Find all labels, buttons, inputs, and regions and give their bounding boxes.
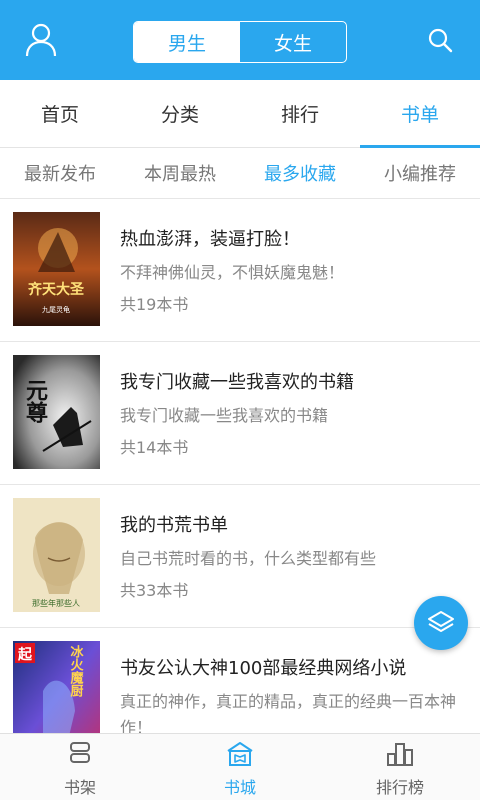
- bottom-tab-label: 排行榜: [375, 778, 424, 797]
- booklist-item[interactable]: 元尊 我专门收藏一些我喜欢的书籍 我专门收藏一些我喜欢的书籍 共14本书: [0, 341, 480, 484]
- bottom-nav: 书架 书城 排行榜: [0, 733, 480, 800]
- cover-title: 元尊: [22, 379, 48, 423]
- search-icon: [428, 28, 453, 53]
- tab-home[interactable]: 首页: [0, 80, 120, 147]
- booklist-title: 书友公认大神100部最经典网络小说: [120, 658, 407, 679]
- booklist-title: 热血澎湃，装逼打脸！: [120, 229, 300, 250]
- tab-category[interactable]: 分类: [120, 80, 240, 147]
- booklist-item[interactable]: 起 冰火魔厨 书友公认大神100部最经典网络小说 真正的神作，真正的精品，真正的…: [0, 627, 480, 733]
- book-cover: 元尊: [13, 355, 100, 469]
- bottom-tab-label: 书城: [223, 778, 256, 797]
- tab-booklist[interactable]: 书单: [360, 80, 480, 148]
- user-button[interactable]: [24, 22, 58, 58]
- book-cover: 齐天大圣 九尾灵龟: [13, 212, 100, 326]
- booklist-desc: 不拜神佛仙灵，不惧妖魔鬼魅！: [120, 263, 345, 282]
- subtab-weekly-hot[interactable]: 本周最热: [120, 148, 240, 198]
- bottom-tab-label: 书架: [63, 778, 96, 797]
- subtab-most-collected[interactable]: 最多收藏: [240, 148, 360, 198]
- tab-male[interactable]: 男生: [134, 22, 240, 62]
- bottom-tab-bookstore[interactable]: 书城: [160, 734, 320, 800]
- ranking-icon: [387, 743, 413, 766]
- bookshelf-icon: [70, 742, 90, 763]
- search-button[interactable]: [426, 26, 454, 54]
- book-cover: 那些年那些人: [13, 498, 100, 612]
- booklist-title: 我的书荒书单: [120, 515, 228, 536]
- tab-ranking[interactable]: 排行: [240, 80, 360, 147]
- cover-badge: 起: [17, 646, 33, 663]
- booklist-item[interactable]: 那些年那些人 我的书荒书单 自己书荒时看的书，什么类型都有些 共33本书: [0, 484, 480, 627]
- layers-icon: [428, 611, 454, 632]
- top-bar: 男生 女生: [0, 0, 480, 80]
- cover-author: 九尾灵龟: [42, 305, 70, 314]
- gender-toggle: 男生 女生: [133, 21, 347, 63]
- booklist-desc: 我专门收藏一些我喜欢的书籍: [120, 406, 329, 425]
- booklist-desc: 真正的神作，真正的精品，真正的经典一百本神作！: [120, 692, 457, 733]
- booklist-title: 我专门收藏一些我喜欢的书籍: [120, 372, 354, 393]
- booklist-count: 共19本书: [120, 295, 189, 314]
- booklist-count: 共33本书: [120, 581, 189, 600]
- booklist-list: 齐天大圣 九尾灵龟 热血澎湃，装逼打脸！ 不拜神佛仙灵，不惧妖魔鬼魅！ 共19本…: [0, 198, 480, 733]
- cover-title: 齐天大圣: [28, 281, 85, 298]
- subtab-editor-pick[interactable]: 小编推荐: [360, 148, 480, 198]
- subtab-latest[interactable]: 最新发布: [0, 148, 120, 198]
- bottom-tab-ranking[interactable]: 排行榜: [320, 734, 480, 800]
- sub-nav: 最新发布 本周最热 最多收藏 小编推荐: [0, 148, 480, 198]
- booklist-desc: 自己书荒时看的书，什么类型都有些: [120, 549, 377, 568]
- cover-title: 那些年那些人: [32, 598, 80, 608]
- bookstore-icon: [227, 742, 253, 766]
- book-cover: 起 冰火魔厨: [13, 641, 100, 733]
- layers-button[interactable]: [414, 596, 468, 650]
- tab-female[interactable]: 女生: [240, 22, 346, 62]
- booklist-item[interactable]: 齐天大圣 九尾灵龟 热血澎湃，装逼打脸！ 不拜神佛仙灵，不惧妖魔鬼魅！ 共19本…: [0, 198, 480, 341]
- main-nav: 首页 分类 排行 书单: [0, 80, 480, 148]
- user-icon: [25, 23, 57, 57]
- booklist-count: 共14本书: [120, 438, 189, 457]
- bottom-tab-bookshelf[interactable]: 书架: [0, 734, 160, 800]
- cover-title: 冰火魔厨: [68, 644, 84, 698]
